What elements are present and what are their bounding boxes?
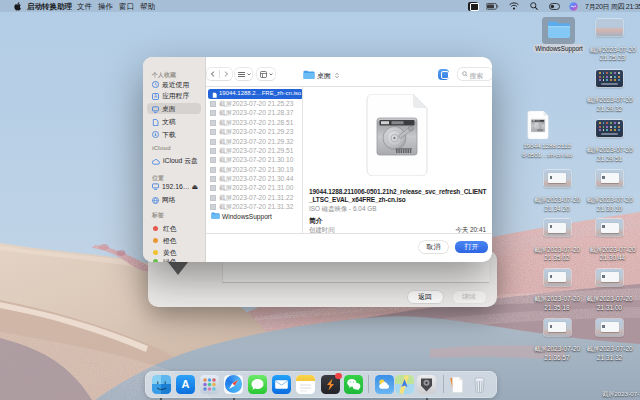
svg-text:A: A — [154, 94, 158, 99]
